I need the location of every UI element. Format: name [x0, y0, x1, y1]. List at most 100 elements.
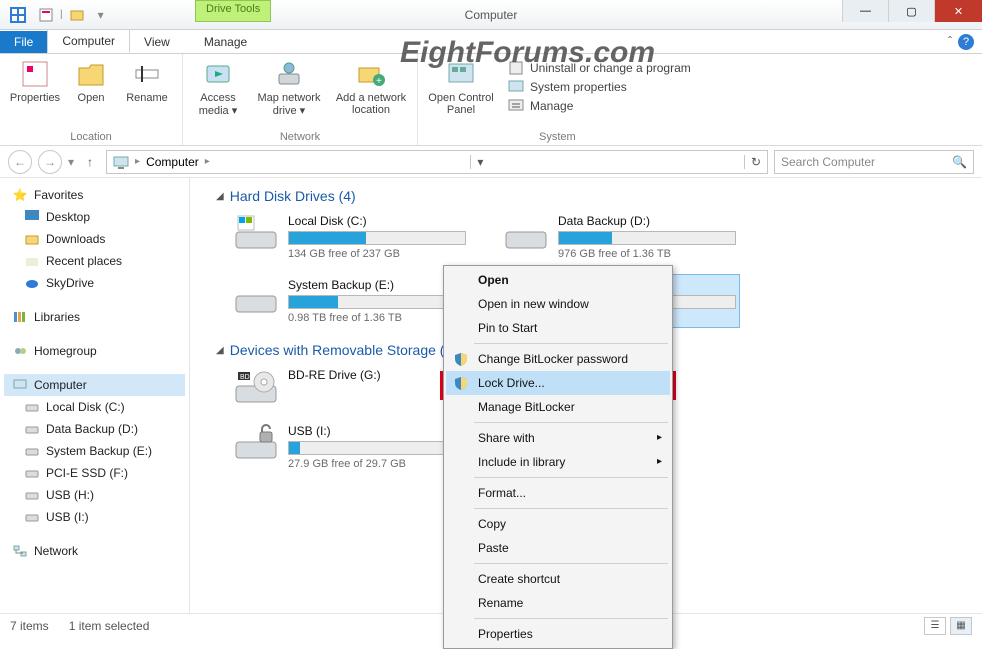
tab-computer[interactable]: Computer [47, 29, 130, 53]
drive-icon [24, 465, 40, 481]
tree-homegroup[interactable]: Homegroup [4, 340, 185, 362]
qat-dropdown-icon[interactable]: ▾ [91, 5, 111, 25]
open-button[interactable]: Open [70, 58, 112, 104]
ctx-open[interactable]: Open [446, 268, 670, 292]
map-drive-icon [273, 58, 305, 90]
ctx-copy[interactable]: Copy [446, 512, 670, 536]
address-bar[interactable]: ▸ Computer ▸ ▾ ↻ [106, 150, 768, 174]
ctx-open-new-window[interactable]: Open in new window [446, 292, 670, 316]
back-button[interactable]: ← [8, 150, 32, 174]
ctx-include-in-library[interactable]: Include in library▸ [446, 450, 670, 474]
drive-e[interactable]: System Backup (E:)0.98 TB free of 1.36 T… [230, 274, 470, 328]
help-icon[interactable]: ? [958, 34, 974, 50]
forward-button[interactable]: → [38, 150, 62, 174]
drive-icon [24, 509, 40, 525]
map-network-drive-button[interactable]: Map network drive ▾ [253, 58, 325, 117]
group-label-network: Network [280, 131, 320, 145]
ctx-rename[interactable]: Rename [446, 591, 670, 615]
tree-desktop[interactable]: Desktop [4, 206, 185, 228]
ctx-manage-bitlocker[interactable]: Manage BitLocker [446, 395, 670, 419]
close-button[interactable]: ✕ [934, 0, 982, 22]
rename-icon [131, 58, 163, 90]
ctx-lock-drive[interactable]: Lock Drive... [446, 371, 670, 395]
open-control-panel-button[interactable]: Open Control Panel [424, 58, 498, 116]
tree-network[interactable]: Network [4, 540, 185, 562]
system-properties-button[interactable]: System properties [508, 79, 691, 95]
tree-computer[interactable]: Computer [4, 374, 185, 396]
submenu-arrow-icon: ▸ [657, 432, 662, 443]
ctx-paste[interactable]: Paste [446, 536, 670, 560]
tab-file[interactable]: File [0, 31, 47, 53]
tree-libraries[interactable]: Libraries [4, 306, 185, 328]
ribbon-tabs: File Computer View Manage [0, 30, 982, 54]
cloud-icon [24, 275, 40, 291]
ctx-properties[interactable]: Properties [446, 622, 670, 646]
tab-view[interactable]: View [130, 31, 184, 53]
search-input[interactable]: Search Computer 🔍 [774, 150, 974, 174]
drive-c[interactable]: Local Disk (C:)134 GB free of 237 GB [230, 210, 470, 264]
rename-button[interactable]: Rename [118, 58, 176, 104]
chevron-right-icon[interactable]: ▸ [205, 156, 210, 167]
tab-manage[interactable]: Manage [190, 31, 261, 53]
uninstall-program-button[interactable]: Uninstall or change a program [508, 60, 691, 76]
breadcrumb-computer[interactable]: Computer [146, 155, 199, 169]
tree-favorites[interactable]: ⭐Favorites [4, 184, 185, 206]
svg-text:BD: BD [240, 374, 250, 381]
tree-skydrive[interactable]: SkyDrive [4, 272, 185, 294]
maximize-button[interactable]: ▢ [888, 0, 934, 22]
desktop-icon [24, 209, 40, 225]
properties-icon [19, 58, 51, 90]
search-icon[interactable]: 🔍 [952, 155, 967, 169]
group-hard-disk-drives[interactable]: ◢Hard Disk Drives (4) [216, 188, 972, 204]
add-network-location-button[interactable]: +Add a network location [331, 58, 411, 117]
drive-i[interactable]: USB (I:)27.9 GB free of 29.7 GB [230, 420, 470, 474]
address-dropdown-icon[interactable]: ▾ [470, 155, 483, 169]
drive-icon [24, 487, 40, 503]
tree-downloads[interactable]: Downloads [4, 228, 185, 250]
tree-drive-c[interactable]: Local Disk (C:) [4, 396, 185, 418]
drive-d[interactable]: Data Backup (D:)976 GB free of 1.36 TB [500, 210, 740, 264]
refresh-icon[interactable]: ↻ [744, 155, 761, 169]
monitor-icon [508, 79, 524, 95]
drive-tools-context-tab[interactable]: Drive Tools [195, 0, 271, 22]
ctx-change-bitlocker-password[interactable]: Change BitLocker password [446, 347, 670, 371]
drive-icon [24, 399, 40, 415]
shield-icon [454, 352, 468, 366]
access-media-button[interactable]: Access media ▾ [189, 58, 247, 117]
drive-icon [24, 443, 40, 459]
drive-g[interactable]: BD BD-RE Drive (G:) [230, 364, 470, 410]
quick-access-toolbar: | ▾ [4, 5, 111, 25]
manage-button[interactable]: Manage [508, 98, 691, 114]
tree-drive-e[interactable]: System Backup (E:) [4, 440, 185, 462]
tree-drive-h[interactable]: USB (H:) [4, 484, 185, 506]
up-button[interactable]: ↑ [80, 152, 100, 172]
context-menu: Open Open in new window Pin to Start Cha… [443, 265, 673, 649]
svg-text:+: + [376, 76, 382, 87]
view-tiles-button[interactable]: ▦ [950, 617, 972, 635]
ctx-pin-to-start[interactable]: Pin to Start [446, 316, 670, 340]
history-dropdown-icon[interactable]: ▾ [68, 155, 74, 169]
ctx-share-with[interactable]: Share with▸ [446, 426, 670, 450]
chevron-right-icon[interactable]: ▸ [135, 156, 140, 167]
qat-new-folder-icon[interactable] [67, 5, 87, 25]
tree-drive-f[interactable]: PCI-E SSD (F:) [4, 462, 185, 484]
window-title: Computer [465, 8, 518, 22]
shield-icon [454, 376, 468, 390]
ctx-format[interactable]: Format... [446, 481, 670, 505]
computer-icon [113, 154, 129, 170]
qat-properties-icon[interactable] [36, 5, 56, 25]
minimize-button[interactable]: — [842, 0, 888, 22]
collapse-ribbon-icon[interactable]: ˆ [948, 34, 952, 48]
tree-recent-places[interactable]: Recent places [4, 250, 185, 272]
homegroup-icon [12, 343, 28, 359]
group-label-system: System [539, 131, 576, 145]
view-details-button[interactable]: ☰ [924, 617, 946, 635]
tree-drive-i[interactable]: USB (I:) [4, 506, 185, 528]
group-label-location: Location [70, 131, 112, 145]
tree-drive-d[interactable]: Data Backup (D:) [4, 418, 185, 440]
ctx-create-shortcut[interactable]: Create shortcut [446, 567, 670, 591]
drive-icon [234, 278, 278, 316]
properties-button[interactable]: Properties [6, 58, 64, 104]
manage-icon [508, 98, 524, 114]
ribbon-group-system: Open Control Panel Uninstall or change a… [418, 54, 697, 145]
